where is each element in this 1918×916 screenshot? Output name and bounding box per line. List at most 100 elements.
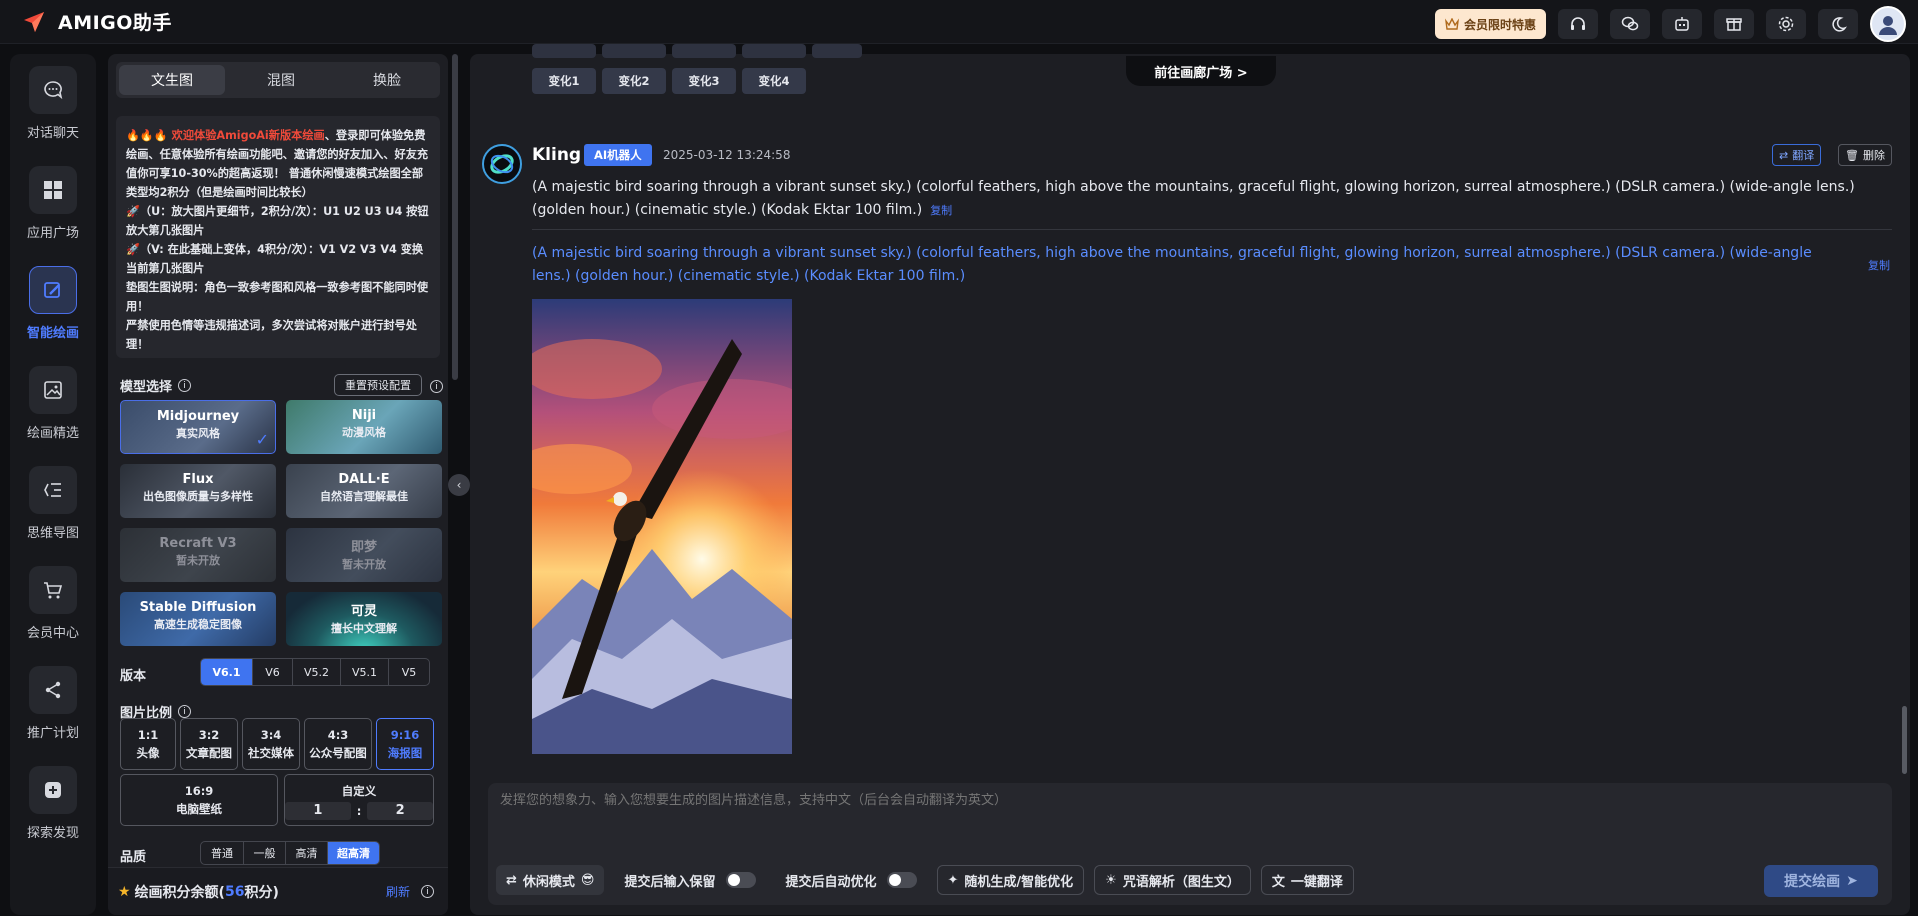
model-midjourney[interactable]: Midjourney 真实风格 ✓ <box>120 400 276 454</box>
app-logo[interactable]: AMIGO助手 <box>20 8 172 36</box>
magic-wand-icon: ✦ <box>947 872 959 888</box>
nav-icon-box <box>29 466 77 514</box>
nav-item-chat[interactable]: 对话聊天 <box>10 66 96 141</box>
notice-box: 🔥🔥🔥 欢迎体验AmigoAi新版本绘画、登录即可体验免费绘画、任意体验所有绘画… <box>116 116 440 358</box>
model-kling[interactable]: 可灵 擅长中文理解 <box>286 592 442 646</box>
delete-button[interactable]: 🗑 删除 <box>1838 144 1892 166</box>
tab-text-to-image[interactable]: 文生图 <box>119 65 225 95</box>
star-icon: ★ <box>118 883 131 900</box>
model-name: DALL·E <box>338 472 390 487</box>
tab-blend[interactable]: 混图 <box>228 62 334 98</box>
mindmap-icon <box>44 483 61 497</box>
variation-button-2[interactable]: 变化2 <box>602 68 666 94</box>
info-icon[interactable]: i <box>178 379 192 392</box>
nav-item-member[interactable]: 会员中心 <box>10 566 96 641</box>
prompt-input[interactable] <box>500 793 1600 808</box>
quality-option[interactable]: 超高清 <box>327 842 379 864</box>
random-generate-button[interactable]: ✦ 随机生成/智能优化 <box>936 865 1085 895</box>
nav-item-draw[interactable]: 智能绘画 <box>10 266 96 341</box>
user-avatar[interactable] <box>1870 6 1906 42</box>
reset-preset-button[interactable]: 重置预设配置 <box>334 374 422 396</box>
version-option[interactable]: V5 <box>388 659 429 685</box>
prompt-parse-button[interactable]: ☀ 咒语解析（图生文） <box>1094 865 1251 895</box>
keep-input-toggle[interactable] <box>725 872 756 888</box>
previous-variation-button[interactable] <box>672 44 736 58</box>
ai-bot-badge: AI机器人 <box>584 144 652 166</box>
version-option[interactable]: V5.2 <box>292 659 340 685</box>
nav-item-mindmap[interactable]: 思维导图 <box>10 466 96 541</box>
vip-offer-button[interactable]: 会员限时特惠 <box>1434 9 1546 39</box>
version-option[interactable]: V6 <box>252 659 292 685</box>
collapse-panel-button[interactable]: ‹ <box>448 474 470 496</box>
model-desc: 暂未开放 <box>176 554 220 567</box>
previous-variation-button[interactable] <box>742 44 806 58</box>
model-stable-diffusion[interactable]: Stable Diffusion 高速生成稳定图像 <box>120 592 276 646</box>
model-flux[interactable]: Flux 出色图像质量与多样性 <box>120 464 276 518</box>
previous-variation-button[interactable] <box>532 44 596 58</box>
model-desc: 真实风格 <box>176 427 220 440</box>
cart-icon <box>44 582 63 599</box>
nav-item-promote[interactable]: 推广计划 <box>10 666 96 741</box>
generated-image[interactable] <box>532 299 792 754</box>
variation-button-1[interactable]: 变化1 <box>532 68 596 94</box>
nav-label: 思维导图 <box>26 526 79 541</box>
cool-face-icon: 😎 <box>580 872 595 888</box>
version-option[interactable]: V5.1 <box>340 659 388 685</box>
auto-optimize-toggle[interactable] <box>886 872 917 888</box>
nav-item-apps[interactable]: 应用广场 <box>10 166 96 241</box>
nav-item-explore[interactable]: 探索发现 <box>10 766 96 841</box>
submit-drawing-button[interactable]: 提交绘画 ➤ <box>1764 865 1878 897</box>
ratio-option-3-2[interactable]: 3:2 文章配图 <box>180 718 238 770</box>
gift-button[interactable] <box>1714 9 1754 39</box>
theme-toggle-button[interactable] <box>1818 9 1858 39</box>
ratio-option-16-9[interactable]: 16:9 电脑壁纸 <box>120 774 278 826</box>
panel-scrollbar[interactable] <box>452 54 458 380</box>
version-option[interactable]: V6.1 <box>201 659 252 685</box>
ratio-option-9-16[interactable]: 9:16 海报图 <box>376 718 434 770</box>
info-icon[interactable]: i <box>430 380 443 393</box>
custom-width-input[interactable]: 1 <box>285 802 351 820</box>
custom-height-input[interactable]: 2 <box>367 802 433 820</box>
support-button[interactable] <box>1558 9 1598 39</box>
copy-final-prompt-link[interactable]: 复制 <box>1868 257 1890 273</box>
ratio-option-4-3[interactable]: 4:3 公众号配图 <box>304 718 372 770</box>
tab-face-swap[interactable]: 换脸 <box>334 62 440 98</box>
robot-button[interactable] <box>1662 9 1702 39</box>
quality-option[interactable]: 一般 <box>243 842 285 864</box>
mode-selector-button[interactable]: ⇄ 休闲模式 😎 <box>496 865 605 895</box>
variation-button-4[interactable]: 变化4 <box>742 68 806 94</box>
info-icon[interactable]: i <box>421 885 434 898</box>
nav-icon-box <box>29 66 77 114</box>
wechat-button[interactable] <box>1610 9 1650 39</box>
quality-option[interactable]: 高清 <box>285 842 327 864</box>
variation-button-3[interactable]: 变化3 <box>672 68 736 94</box>
previous-variation-button[interactable] <box>812 44 862 58</box>
quality-selector: 普通 一般 高清 超高清 <box>200 841 380 865</box>
one-click-translate-button[interactable]: 文 一键翻译 <box>1260 865 1354 895</box>
quality-option[interactable]: 普通 <box>201 842 243 864</box>
info-icon[interactable]: i <box>178 705 192 718</box>
ratio-custom[interactable]: 自定义 1 : 2 <box>284 774 434 826</box>
model-name: 可灵 <box>350 604 377 619</box>
version-selector: V6.1 V6 V5.2 V5.1 V5 <box>200 658 430 686</box>
nav-icon-box <box>29 766 77 814</box>
model-dalle[interactable]: DALL·E 自然语言理解最佳 <box>286 464 442 518</box>
ratio-option-3-4[interactable]: 3:4 社交媒体 <box>242 718 300 770</box>
model-desc: 自然语言理解最佳 <box>320 490 408 503</box>
ratio-option-1-1[interactable]: 1:1 头像 <box>120 718 176 770</box>
previous-variation-button[interactable] <box>602 44 666 58</box>
message-divider <box>532 229 1892 230</box>
refresh-points-link[interactable]: 刷新 <box>386 883 410 900</box>
version-label: 版本 <box>120 669 147 684</box>
chat-scrollbar[interactable] <box>1902 706 1907 774</box>
translate-button[interactable]: ⇄ 翻译 <box>1772 144 1822 166</box>
copy-prompt-link[interactable]: 复制 <box>930 204 952 217</box>
settings-button[interactable] <box>1766 9 1806 39</box>
ratio-value: 3:2 <box>198 728 220 742</box>
left-navigation: 对话聊天 应用广场 智能绘画 绘画精选 思维导图 会员中心 推广计划 探索发现 <box>10 54 96 915</box>
gallery-link[interactable]: 前往画廊广场 > <box>1126 56 1276 86</box>
nav-item-gallery[interactable]: 绘画精选 <box>10 366 96 441</box>
points-suffix: 积分) <box>244 884 279 901</box>
ratio-value: 1:1 <box>137 728 159 742</box>
model-niji[interactable]: Niji 动漫风格 <box>286 400 442 454</box>
